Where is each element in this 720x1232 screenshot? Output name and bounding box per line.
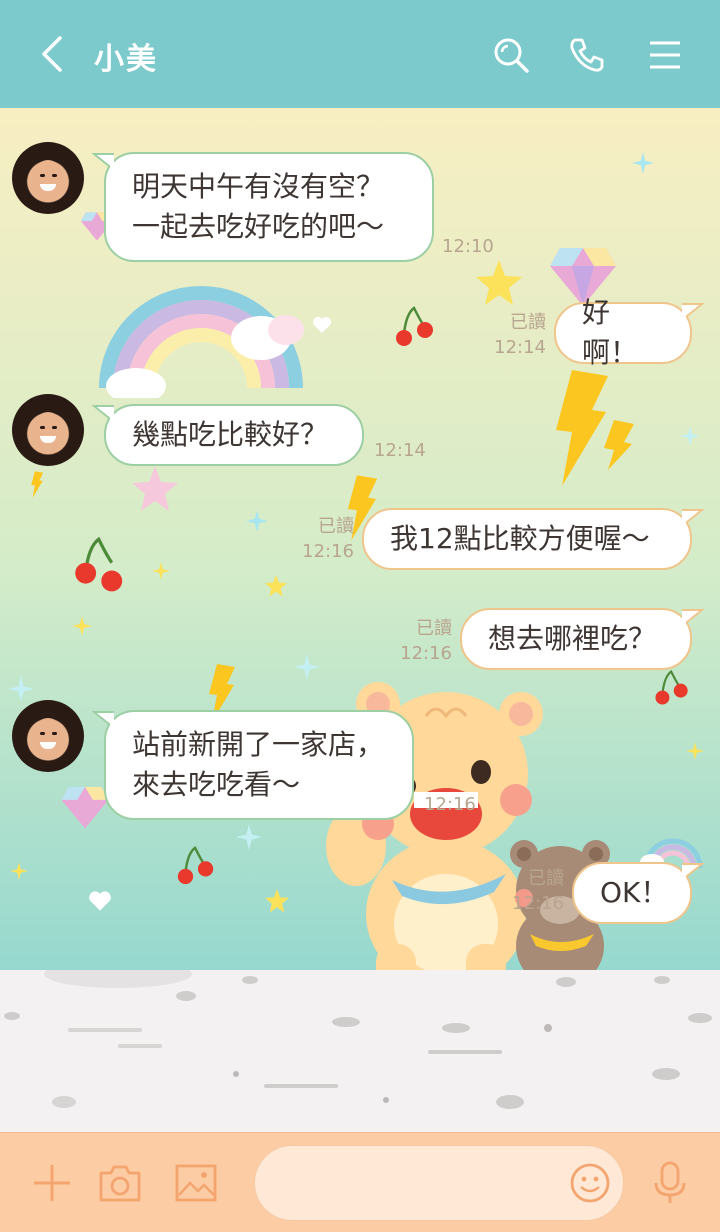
avatar-eye	[52, 174, 57, 177]
read-receipt: 已讀	[318, 516, 354, 537]
message-meta: 已讀 12:16	[294, 514, 354, 564]
sparkle-illustration	[632, 152, 654, 174]
cherry-illustration	[75, 536, 123, 592]
message-meta: 已讀 12:14	[486, 310, 546, 360]
message-time: 12:16	[400, 643, 452, 664]
sparkle-illustration	[680, 426, 700, 446]
microphone-icon	[654, 1161, 686, 1203]
avatar-eye	[52, 732, 57, 735]
bubble-tail	[682, 303, 704, 322]
cherry-illustration	[177, 846, 214, 885]
menu-button[interactable]	[640, 30, 690, 80]
sparkle-illustration	[72, 616, 92, 636]
star-illustration	[265, 889, 289, 913]
star-illustration	[476, 260, 522, 305]
contact-avatar[interactable]	[12, 700, 84, 772]
bubble-tail	[92, 153, 114, 172]
message-time: 12:16	[424, 794, 476, 815]
search-button[interactable]	[486, 30, 536, 80]
sparkle-illustration	[236, 824, 262, 850]
lightning-illustration	[31, 471, 44, 498]
avatar-face	[32, 412, 64, 452]
back-button[interactable]	[28, 30, 76, 78]
message-bubble-outgoing[interactable]: 想去哪裡吃？	[460, 608, 704, 670]
bubble-tail	[682, 609, 704, 628]
heart-illustration	[89, 891, 111, 911]
lightning-illustration	[556, 370, 634, 486]
star-illustration	[264, 574, 288, 597]
sparkle-illustration	[8, 676, 34, 702]
sparkle-illustration	[246, 510, 268, 532]
message-time: 12:16	[512, 893, 564, 914]
cherry-illustration	[396, 306, 433, 346]
camera-button[interactable]	[96, 1159, 144, 1207]
message-text: OK！	[600, 876, 669, 909]
call-button[interactable]	[562, 30, 612, 80]
message-bubble-incoming[interactable]: 幾點吃比較好？	[92, 404, 364, 466]
message-time: 12:10	[442, 236, 494, 257]
message-bubble-outgoing[interactable]: OK！	[572, 862, 704, 924]
sparkle-illustration	[686, 742, 704, 760]
avatar-eye	[40, 174, 45, 177]
rainbow-illustration	[99, 286, 304, 398]
message-text: 我12點比較方便喔～	[390, 522, 650, 555]
diamond-small-illustration	[61, 787, 109, 829]
ground-texture	[4, 960, 712, 1109]
message-bubble-incoming[interactable]: 站前新開了一家店， 來去吃吃看～	[92, 710, 414, 820]
phone-icon	[570, 38, 604, 72]
message-time: 12:14	[494, 337, 546, 358]
message-time: 12:16	[302, 541, 354, 562]
message-text: 想去哪裡吃？	[488, 622, 657, 655]
avatar-eye	[40, 426, 45, 429]
sparkle-illustration	[10, 862, 28, 880]
chat-input-bar	[0, 1132, 720, 1232]
plus-icon	[34, 1165, 70, 1201]
back-icon	[42, 36, 62, 72]
chat-header: 小美	[0, 0, 720, 108]
menu-icon	[650, 41, 680, 69]
chat-title: 小美	[94, 42, 158, 77]
voice-button[interactable]	[646, 1159, 694, 1207]
avatar-face	[32, 160, 64, 200]
bubble-tail	[682, 863, 704, 882]
read-receipt: 已讀	[510, 312, 546, 333]
read-receipt: 已讀	[416, 618, 452, 639]
message-text: 站前新開了一家店， 來去吃吃看～	[132, 728, 385, 801]
sparkle-illustration	[152, 562, 170, 580]
contact-avatar[interactable]	[12, 142, 84, 214]
ground-illustration	[0, 960, 720, 1132]
message-text: 明天中午有沒有空？ 一起去吃好吃的吧～	[132, 170, 385, 243]
read-receipt: 已讀	[528, 868, 564, 889]
message-time: 12:14	[374, 440, 426, 461]
message-meta: 已讀 12:16	[392, 616, 452, 666]
gallery-button[interactable]	[172, 1159, 220, 1207]
bubble-tail	[92, 405, 114, 424]
message-bubble-outgoing[interactable]: 我12點比較方便喔～	[362, 508, 704, 570]
emoji-button[interactable]	[566, 1159, 614, 1207]
avatar-eye	[52, 426, 57, 429]
bubble-tail	[92, 711, 114, 730]
add-button[interactable]	[28, 1159, 76, 1207]
contact-avatar[interactable]	[12, 394, 84, 466]
message-bubble-outgoing[interactable]: 好啊！	[554, 296, 704, 369]
camera-icon	[99, 1165, 141, 1202]
bubble-tail	[682, 509, 704, 528]
message-meta: 已讀 12:16	[504, 866, 564, 916]
message-bubble-incoming[interactable]: 明天中午有沒有空？ 一起去吃好吃的吧～	[92, 152, 434, 262]
search-icon	[494, 38, 529, 73]
image-icon	[175, 1164, 217, 1202]
avatar-eye	[40, 732, 45, 735]
avatar-face	[32, 718, 64, 758]
message-text: 好啊！	[582, 296, 639, 369]
cherry-illustration	[655, 669, 688, 705]
message-text: 幾點吃比較好？	[132, 418, 329, 451]
star-illustration	[132, 466, 178, 511]
heart-illustration	[313, 317, 331, 333]
emoji-icon	[570, 1163, 610, 1203]
